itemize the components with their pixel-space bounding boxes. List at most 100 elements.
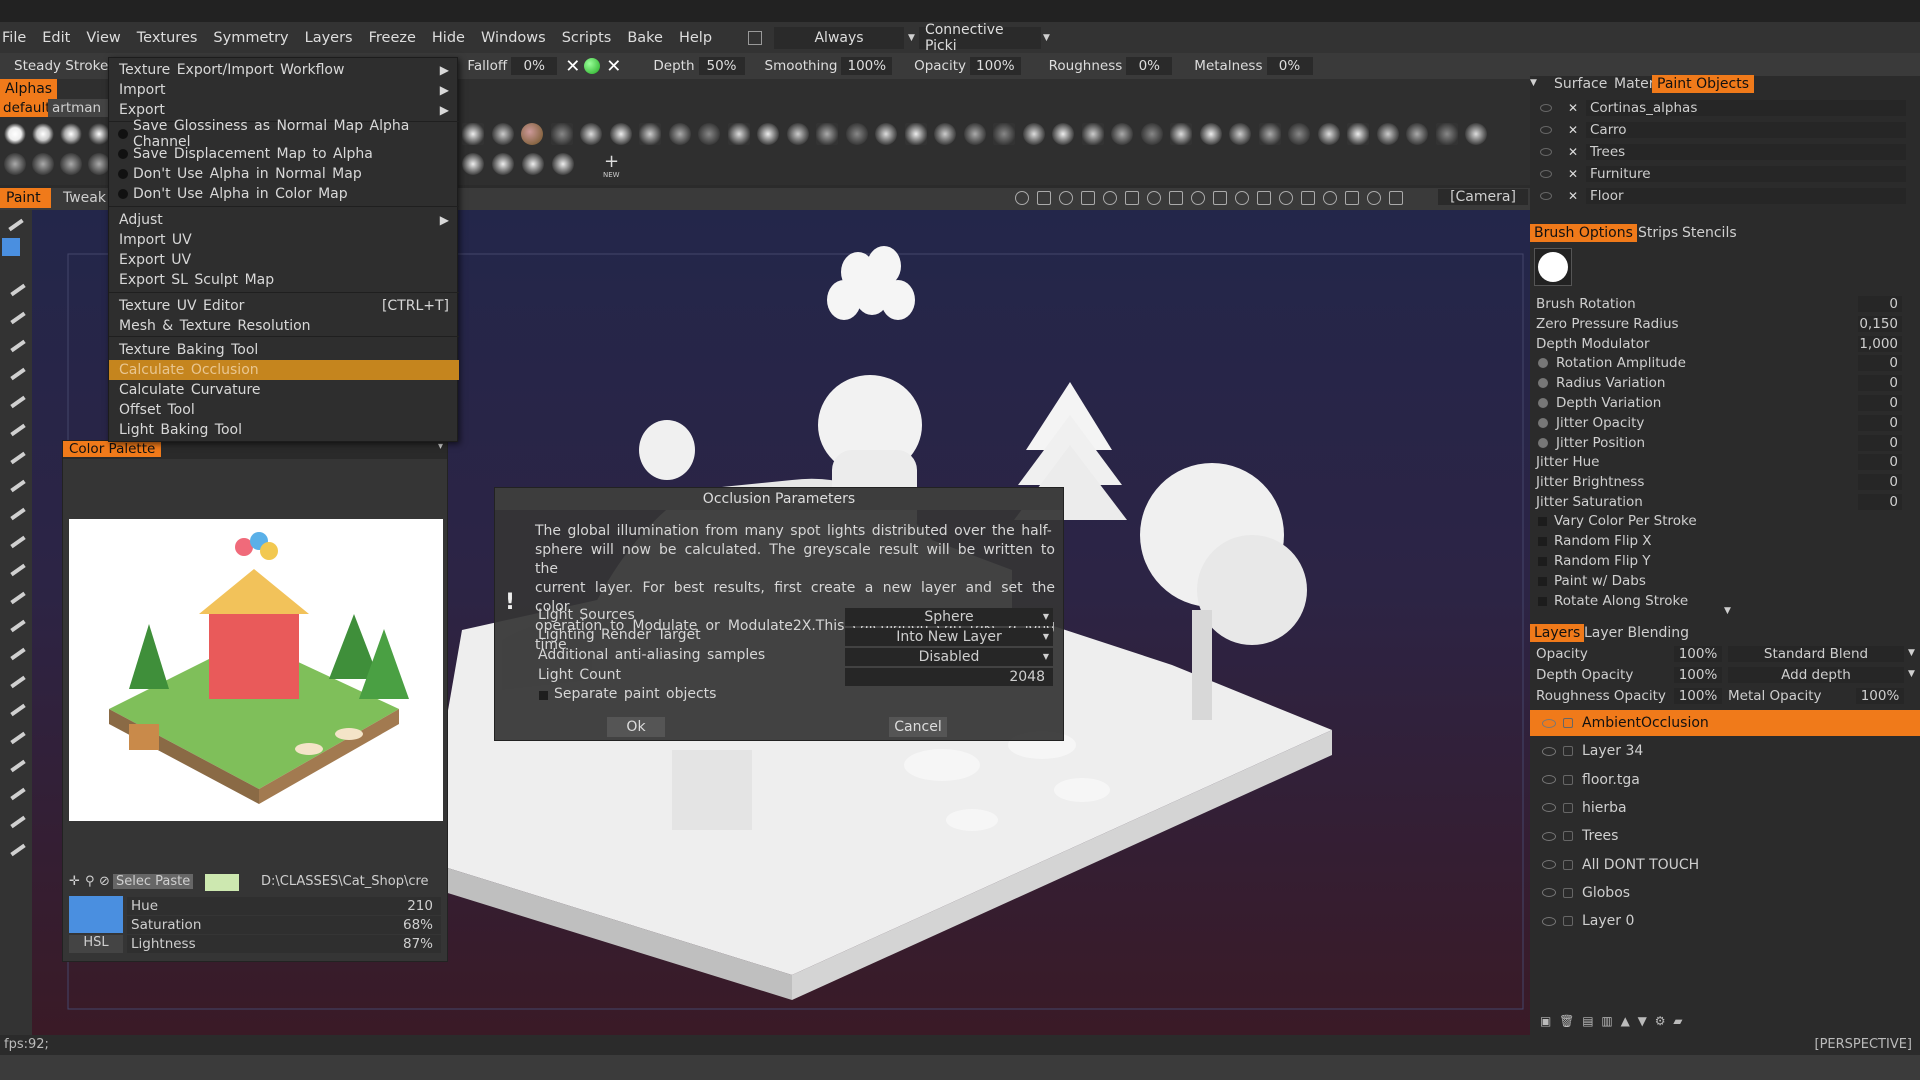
alpha-brush-thumb[interactable] xyxy=(1376,123,1399,145)
close-icon[interactable]: ✕ xyxy=(606,56,621,77)
close-icon[interactable]: ✕ xyxy=(1568,189,1578,203)
lock-icon[interactable] xyxy=(1563,774,1573,785)
alpha-brush-thumb[interactable] xyxy=(1170,123,1192,145)
paint-brush-icon[interactable] xyxy=(7,279,29,301)
menu-item[interactable]: Don't Use Alpha in Color Map xyxy=(109,184,459,204)
eye-icon[interactable] xyxy=(1542,831,1556,841)
alpha-brush-thumb[interactable] xyxy=(934,123,956,145)
eye-icon[interactable] xyxy=(1542,916,1556,926)
menu-item[interactable]: Save Glossiness as Normal Map Alpha Chan… xyxy=(109,118,459,150)
checkbox[interactable] xyxy=(1538,556,1547,566)
alpha-brush-thumb[interactable] xyxy=(32,123,54,145)
depth-field[interactable]: 50% xyxy=(698,57,745,75)
brush-tool-icon[interactable] xyxy=(5,214,27,236)
eye-icon[interactable] xyxy=(1542,775,1556,785)
split-icon[interactable] xyxy=(1389,191,1403,205)
fit-all-icon[interactable] xyxy=(1257,191,1271,205)
always-dropdown[interactable]: Always xyxy=(774,26,905,49)
alpha-brush-thumb[interactable] xyxy=(521,123,543,145)
arrow-up-icon[interactable]: ▲ xyxy=(1621,1014,1630,1028)
alpha-brush-thumb[interactable] xyxy=(1140,123,1163,145)
brush-option-field[interactable]: 0 xyxy=(1858,296,1902,312)
alpha-brush-thumb[interactable] xyxy=(1347,123,1369,145)
alpha-brush-thumb[interactable] xyxy=(904,123,927,145)
eye-icon[interactable] xyxy=(1540,148,1552,156)
brush-option-field[interactable]: 0 xyxy=(1858,375,1902,392)
alpha-brush-thumb[interactable] xyxy=(698,123,720,145)
eraser-icon[interactable] xyxy=(7,615,29,637)
alpha-brush-thumb[interactable] xyxy=(1022,123,1045,145)
cube-icon[interactable] xyxy=(1301,191,1315,205)
gear-icon[interactable] xyxy=(7,671,29,693)
panel-menu-icon[interactable]: ▾ xyxy=(438,441,443,452)
alpha-brush-thumb[interactable] xyxy=(1199,123,1222,145)
alpha-brush-thumb[interactable] xyxy=(1406,123,1428,145)
alpha-brush-thumb[interactable] xyxy=(492,153,514,175)
folder-icon[interactable]: ▰ xyxy=(1673,1014,1682,1028)
camera-dropdown[interactable]: [Camera] xyxy=(1438,189,1528,205)
cancel-button[interactable]: Cancel xyxy=(889,717,947,737)
alpha-brush-thumb[interactable] xyxy=(1317,123,1340,145)
frame-icon[interactable] xyxy=(7,587,29,609)
lock-icon[interactable] xyxy=(1563,746,1573,757)
color-swatches[interactable] xyxy=(2,238,28,264)
checkbox[interactable] xyxy=(1538,596,1547,606)
alpha-brush-thumb[interactable] xyxy=(32,153,54,175)
alpha-brush-thumb[interactable] xyxy=(60,123,82,145)
eye-icon[interactable] xyxy=(1542,888,1556,898)
hue-field[interactable]: 210 xyxy=(407,898,433,914)
menu-item[interactable]: Light Baking Tool xyxy=(109,420,459,440)
alpha-brush-thumb[interactable] xyxy=(816,123,838,145)
eye-icon[interactable] xyxy=(1542,860,1556,869)
paint-object-row[interactable]: ✕ Floor xyxy=(1530,186,1920,206)
tab-layers[interactable]: Layers xyxy=(1530,624,1585,642)
close-icon[interactable]: ✕ xyxy=(1568,167,1578,181)
curve-icon[interactable] xyxy=(7,531,29,553)
layer-row[interactable]: Globos xyxy=(1530,880,1920,906)
alpha-brush-thumb[interactable] xyxy=(1052,123,1074,145)
pen-pressure-icon[interactable] xyxy=(1538,378,1548,389)
grid-icon[interactable] xyxy=(1323,191,1337,205)
steady-stroke-label[interactable]: Steady Stroke xyxy=(14,58,108,74)
alpha-brush-thumb[interactable] xyxy=(1258,123,1281,145)
eye-icon[interactable] xyxy=(1540,170,1552,178)
drop-icon[interactable] xyxy=(1103,191,1117,205)
iron-icon[interactable] xyxy=(7,783,29,805)
tab-alphas[interactable]: Alphas xyxy=(0,79,58,99)
brush-checkbox-row[interactable]: Paint w/ Dabs xyxy=(1530,571,1920,591)
alpha-brush-thumb[interactable] xyxy=(845,123,868,145)
merge-icon[interactable]: ▤ xyxy=(1582,1014,1593,1028)
eye-icon[interactable] xyxy=(1542,718,1556,728)
move-icon[interactable] xyxy=(1169,191,1183,205)
alpha-brush-thumb[interactable] xyxy=(993,123,1015,145)
lock-icon[interactable] xyxy=(1563,802,1573,813)
menu-item[interactable]: Export SL Sculpt Map xyxy=(109,270,459,290)
light-sources-select[interactable]: Sphere ▼ xyxy=(845,608,1053,626)
alpha-brush-thumb[interactable] xyxy=(668,123,691,145)
layer-row[interactable]: hierba xyxy=(1530,795,1920,821)
play-icon[interactable] xyxy=(1213,191,1227,205)
close-icon[interactable]: ✕ xyxy=(1568,123,1578,137)
menu-item[interactable]: Texture Baking Tool xyxy=(109,340,459,360)
paint-object-row[interactable]: ✕ Cortinas_alphas xyxy=(1530,98,1920,118)
rotate-icon[interactable] xyxy=(1147,191,1161,205)
checkbox[interactable] xyxy=(1538,516,1547,526)
alpha-brush-thumb[interactable] xyxy=(1288,123,1310,145)
layer-row[interactable]: floor.tga xyxy=(1530,767,1920,793)
menu-item[interactable]: Export ▶ xyxy=(109,100,459,120)
tab-brush-options[interactable]: Brush Options xyxy=(1530,224,1637,242)
eye-icon[interactable] xyxy=(1540,126,1552,134)
menu-textures[interactable]: Textures xyxy=(129,30,206,46)
arrow-down-icon[interactable]: ▼ xyxy=(1638,1014,1647,1028)
always-checkbox[interactable] xyxy=(748,30,763,45)
close-icon[interactable]: ✕ xyxy=(565,56,580,77)
layer-row[interactable]: All DONT TOUCH xyxy=(1530,852,1920,878)
tab-tweak[interactable]: Tweak xyxy=(58,188,111,208)
menu-item[interactable]: Calculate Curvature xyxy=(109,380,459,400)
layer-row[interactable]: AmbientOcclusion xyxy=(1530,710,1920,736)
no-icon[interactable]: ⊘ xyxy=(99,874,110,889)
alpha-brush-thumb[interactable] xyxy=(522,153,544,175)
brush-option-field[interactable]: 0 xyxy=(1858,454,1902,471)
lightness-field[interactable]: 87% xyxy=(403,936,433,952)
paint-object-row[interactable]: ✕ Carro xyxy=(1530,120,1920,140)
